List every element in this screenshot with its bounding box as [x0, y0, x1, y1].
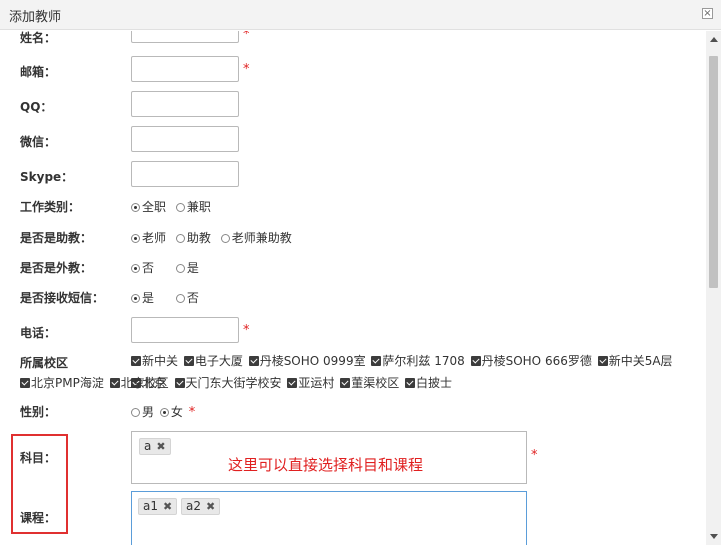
- campus-option[interactable]: 电子大厦: [183, 350, 243, 372]
- sms-yes[interactable]: 是: [131, 289, 154, 306]
- campus-option[interactable]: 丹棱SOHO 0999室: [248, 350, 366, 372]
- assistant-both[interactable]: 老师兼助教: [220, 229, 292, 246]
- form-content: 姓名： * 邮箱： * QQ： 微信： Skype： 工作类别： 全职 兼职 是…: [0, 31, 706, 545]
- email-required: *: [243, 62, 250, 77]
- scroll-up-icon[interactable]: [710, 37, 718, 42]
- course-multiselect[interactable]: a1 ✖ a2 ✖: [131, 491, 527, 545]
- job-type-label: 工作类别：: [20, 200, 81, 214]
- email-label: 邮箱：: [20, 65, 57, 79]
- scrollbar-thumb[interactable]: [709, 56, 718, 288]
- course-tag: a2 ✖: [181, 498, 221, 515]
- dialog-titlebar: 添加教师 ×: [0, 0, 721, 30]
- sms-no[interactable]: 否: [175, 289, 199, 306]
- gender-label: 性别：: [20, 405, 57, 419]
- name-required: *: [243, 31, 250, 42]
- course-tag: a1 ✖: [138, 498, 178, 515]
- assistant-radios: 老师 助教 老师兼助教: [131, 229, 298, 246]
- assistant-assistant[interactable]: 助教: [175, 229, 211, 246]
- highlight-box: [11, 434, 68, 534]
- phone-label: 电话：: [20, 326, 57, 340]
- email-input[interactable]: [131, 56, 239, 82]
- dialog-title: 添加教师: [9, 10, 62, 25]
- wechat-input[interactable]: [131, 126, 239, 152]
- campus-option[interactable]: 天门东大街学校安: [174, 372, 282, 394]
- gender-male[interactable]: 男: [131, 403, 154, 420]
- foreign-no[interactable]: 否: [131, 259, 154, 276]
- job-type-radios: 全职 兼职: [131, 198, 217, 215]
- campus-label: 所属校区: [20, 356, 69, 370]
- campus-option[interactable]: 丹棱SOHO 666罗德: [470, 350, 592, 372]
- campus-option[interactable]: 萨尔利兹 1708: [371, 350, 465, 372]
- campus-option[interactable]: 亚运村: [287, 372, 334, 394]
- assistant-teacher[interactable]: 老师: [131, 229, 166, 246]
- remove-tag-icon[interactable]: ✖: [156, 440, 165, 453]
- campus-option[interactable]: 新中关5A层: [597, 350, 673, 372]
- skype-input[interactable]: [131, 161, 239, 187]
- job-type-fulltime[interactable]: 全职: [131, 198, 166, 215]
- vertical-scrollbar[interactable]: [706, 31, 721, 545]
- name-label: 姓名：: [20, 31, 57, 45]
- remove-tag-icon[interactable]: ✖: [206, 500, 215, 513]
- scroll-down-icon[interactable]: [710, 534, 718, 539]
- close-icon[interactable]: ×: [702, 8, 713, 19]
- foreign-radios: 否 是: [131, 259, 205, 276]
- subject-required: *: [531, 448, 538, 463]
- foreign-label: 是否是外教：: [20, 261, 93, 275]
- name-input[interactable]: [131, 31, 239, 43]
- job-type-parttime[interactable]: 兼职: [175, 198, 211, 215]
- campus-option[interactable]: 北京校区: [109, 372, 169, 394]
- foreign-yes[interactable]: 是: [175, 259, 199, 276]
- assistant-label: 是否是助教：: [20, 231, 93, 245]
- campus-option[interactable]: 董渠校区: [340, 372, 399, 394]
- campus-option[interactable]: 新中关: [131, 350, 178, 372]
- wechat-label: 微信：: [20, 135, 57, 149]
- qq-label: QQ：: [20, 100, 53, 114]
- annotation-text: 这里可以直接选择科目和课程: [228, 456, 424, 474]
- campus-option[interactable]: 北京PMP海淀: [20, 372, 104, 394]
- add-teacher-dialog: 添加教师 × 姓名： * 邮箱： * QQ： 微信： Skype： 工作类别： …: [0, 0, 721, 545]
- gender-radios: 男 女 *: [131, 403, 195, 420]
- campus-checkboxes-line2: 北京PMP海淀 北京校区 天门东大街学校安 亚运村 董渠校区 白披士: [20, 372, 620, 394]
- skype-label: Skype：: [20, 170, 74, 184]
- phone-required: *: [243, 323, 250, 338]
- sms-label: 是否接收短信：: [20, 291, 105, 305]
- gender-female[interactable]: 女: [159, 403, 183, 420]
- qq-input[interactable]: [131, 91, 239, 117]
- sms-radios: 是 否: [131, 289, 205, 306]
- remove-tag-icon[interactable]: ✖: [163, 500, 172, 513]
- campus-option[interactable]: 白披士: [405, 372, 452, 394]
- gender-required: *: [188, 405, 196, 420]
- subject-tag: a ✖: [139, 438, 171, 455]
- phone-input[interactable]: [131, 317, 239, 343]
